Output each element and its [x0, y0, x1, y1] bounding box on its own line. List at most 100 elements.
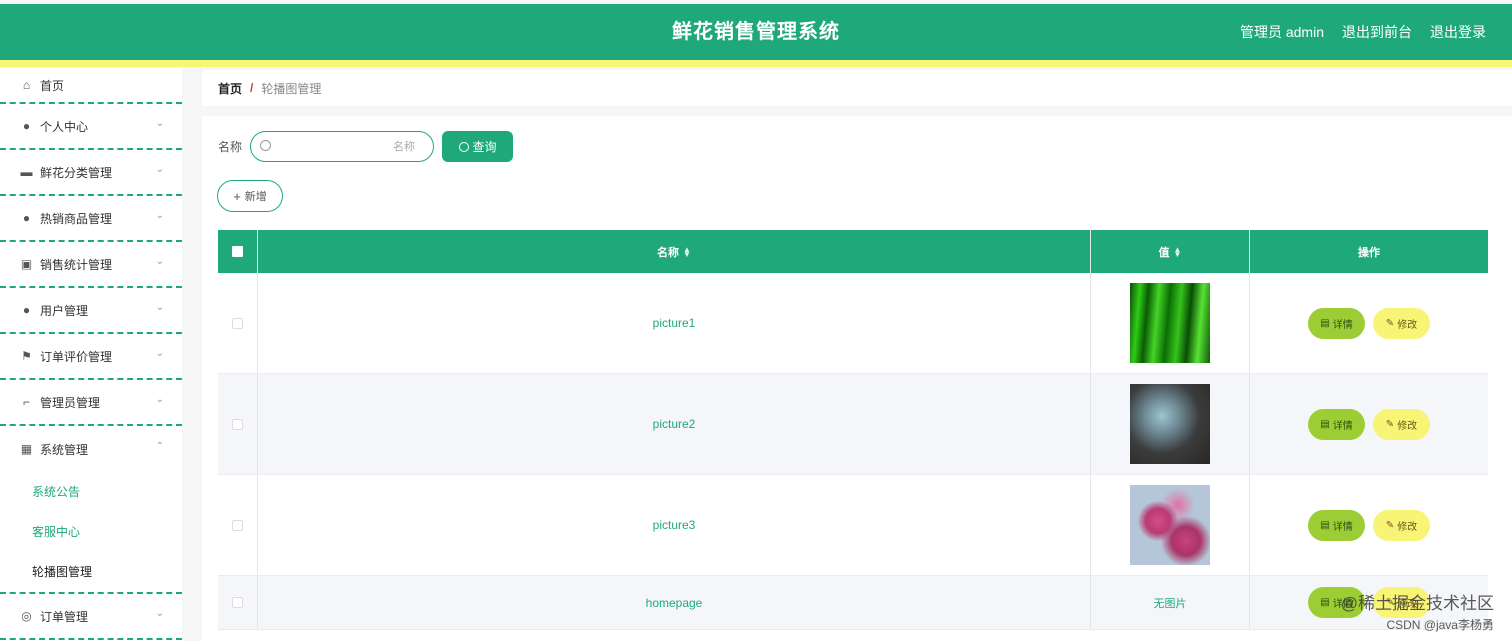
row-checkbox[interactable] [232, 418, 243, 430]
detail-button[interactable]: ▤ 详情 [1308, 408, 1365, 440]
chevron-down-icon: ⌄ [155, 394, 164, 405]
sidebar-item-admins[interactable]: ⌐ 管理员管理 ⌄ [0, 380, 182, 426]
table-header: 名称 ▲ ▼ 值 ▲ ▼ 操作 [218, 230, 1488, 273]
chevron-down-icon: ⌄ [155, 348, 164, 359]
row-name-cell: picture1 [258, 273, 1091, 373]
detail-button-label: 详情 [1332, 420, 1353, 432]
search-form: 名称 查询 [218, 131, 514, 162]
watermark: @稀土掘金技术社区 CSDN @java李杨勇 [1341, 589, 1494, 633]
row-name-cell: picture2 [258, 374, 1091, 474]
row-ops-cell: ▤ 详情 ✎ 修改 [1250, 273, 1488, 373]
sidebar-item-system[interactable]: ▦ 系统管理 ⌃ [0, 426, 182, 472]
sidebar-item-label: 热销商品管理 [40, 211, 113, 226]
row-name: picture2 [652, 417, 696, 431]
row-value-cell [1091, 273, 1250, 373]
sidebar-item-order-reviews[interactable]: ⚑ 订单评价管理 ⌄ [0, 334, 182, 380]
detail-button[interactable]: ▤ 详情 [1308, 509, 1365, 541]
header-links: 管理员 admin 退出到前台 退出登录 [1240, 4, 1486, 60]
sidebar-item-label: 首页 [40, 78, 65, 93]
thumbnail-image[interactable] [1130, 384, 1210, 464]
chevron-down-icon: ⌄ [155, 164, 164, 175]
header-name[interactable]: 名称 ▲ ▼ [258, 230, 1091, 273]
exit-to-front-link[interactable]: 退出到前台 [1342, 22, 1412, 42]
admin-user-label[interactable]: 管理员 admin [1240, 22, 1324, 42]
row-value-cell: 无图片 [1091, 576, 1250, 629]
search-icon [260, 140, 272, 151]
sidebar-item-sales-stats[interactable]: ▣ 销售统计管理 ⌄ [0, 242, 182, 288]
document-icon: ▤ [1320, 597, 1330, 608]
header-value[interactable]: 值 ▲ ▼ [1091, 230, 1250, 273]
edit-button-label: 修改 [1397, 420, 1418, 432]
sort-icon[interactable]: ▲ ▼ [1174, 245, 1182, 258]
pencil-icon: ✎ [1385, 418, 1395, 430]
chat-icon: ▬ [20, 164, 33, 179]
row-checkbox-cell [218, 374, 258, 474]
chevron-down-icon: ⌄ [155, 118, 164, 129]
table-row: picture1 ▤ 详情 ✎ 修改 [218, 273, 1488, 374]
row-checkbox-cell [218, 475, 258, 575]
top-header: 鲜花销售管理系统 管理员 admin 退出到前台 退出登录 [0, 0, 1512, 68]
edit-button[interactable]: ✎ 修改 [1373, 509, 1430, 541]
sidebar-subitem-carousel[interactable]: 轮播图管理 [0, 552, 182, 592]
header-name-label: 名称 [657, 246, 680, 259]
breadcrumb-home[interactable]: 首页 [218, 80, 242, 97]
sidebar-subitem-customer-service[interactable]: 客服中心 [0, 512, 182, 552]
flag-icon: ⚑ [21, 348, 32, 363]
query-button-label: 查询 [472, 140, 497, 154]
circle-icon: ◎ [21, 608, 32, 623]
select-all-checkbox[interactable] [232, 246, 243, 257]
edit-button-label: 修改 [1397, 319, 1418, 331]
system-submenu: 系统公告 客服中心 轮播图管理 [0, 472, 182, 594]
sidebar-item-hot-products[interactable]: ● 热销商品管理 ⌄ [0, 196, 182, 242]
sidebar-item-home[interactable]: ⌂ 首页 [0, 68, 182, 104]
logout-link[interactable]: 退出登录 [1430, 22, 1486, 42]
thumbnail-image[interactable] [1130, 485, 1210, 565]
table-row: homepage 无图片 ▤ 详情 ✎ 修改 [218, 576, 1488, 630]
header-ops-label: 操作 [1358, 246, 1380, 259]
search-input[interactable] [275, 136, 416, 158]
header-bar: 鲜花销售管理系统 管理员 admin 退出到前台 退出登录 [0, 4, 1512, 60]
chevron-down-icon: ⌄ [155, 608, 164, 619]
crop-icon: ⌐ [22, 394, 30, 409]
user-icon: ● [22, 302, 31, 317]
detail-button-label: 详情 [1332, 521, 1353, 533]
thumbnail-image[interactable] [1130, 283, 1210, 363]
home-icon: ⌂ [22, 77, 31, 92]
row-checkbox[interactable] [232, 597, 243, 608]
row-checkbox[interactable] [232, 317, 243, 329]
detail-button[interactable]: ▤ 详情 [1308, 307, 1365, 339]
row-value-cell [1091, 475, 1250, 575]
header-select-all[interactable] [218, 230, 258, 273]
chevron-up-icon: ⌃ [155, 441, 164, 452]
document-icon: ▤ [1320, 519, 1330, 531]
detail-button-label: 详情 [1332, 319, 1353, 331]
sort-icon[interactable]: ▲ ▼ [683, 245, 691, 258]
user-icon: ● [22, 210, 31, 225]
sidebar-item-label: 管理员管理 [40, 395, 101, 410]
main-content: 名称 查询 + 新增 名称 ▲▼ 值 ▲▼ 操作 [202, 116, 1512, 641]
row-checkbox-cell [218, 273, 258, 373]
table-row: picture2 ▤ 详情 ✎ 修改 [218, 374, 1488, 475]
row-name: picture1 [652, 316, 696, 330]
sidebar-subitem-announcements[interactable]: 系统公告 [0, 472, 182, 512]
edit-button[interactable]: ✎ 修改 [1373, 408, 1430, 440]
pencil-icon: ✎ [1385, 519, 1395, 531]
header-stripe [0, 60, 1512, 67]
search-label: 名称 [218, 140, 243, 154]
sidebar-item-flower-category[interactable]: ▬ 鲜花分类管理 ⌄ [0, 150, 182, 196]
sidebar-item-personal-center[interactable]: ● 个人中心 ⌄ [0, 104, 182, 150]
sidebar-item-orders[interactable]: ◎ 订单管理 ⌄ [0, 594, 182, 640]
row-ops-cell: ▤ 详情 ✎ 修改 [1250, 475, 1488, 575]
row-checkbox[interactable] [232, 519, 243, 531]
edit-button[interactable]: ✎ 修改 [1373, 307, 1430, 339]
sidebar-item-users[interactable]: ● 用户管理 ⌄ [0, 288, 182, 334]
sidebar-item-label: 鲜花分类管理 [40, 165, 113, 180]
breadcrumb-current: 轮播图管理 [261, 81, 322, 96]
row-ops-cell: ▤ 详情 ✎ 修改 [1250, 374, 1488, 474]
sidebar-item-label: 系统管理 [40, 442, 89, 457]
header-ops: 操作 [1250, 230, 1488, 273]
row-name: homepage [645, 595, 703, 610]
add-button[interactable]: + 新增 [217, 180, 283, 212]
query-button[interactable]: 查询 [442, 131, 514, 162]
chevron-down-icon: ⌄ [155, 210, 164, 221]
